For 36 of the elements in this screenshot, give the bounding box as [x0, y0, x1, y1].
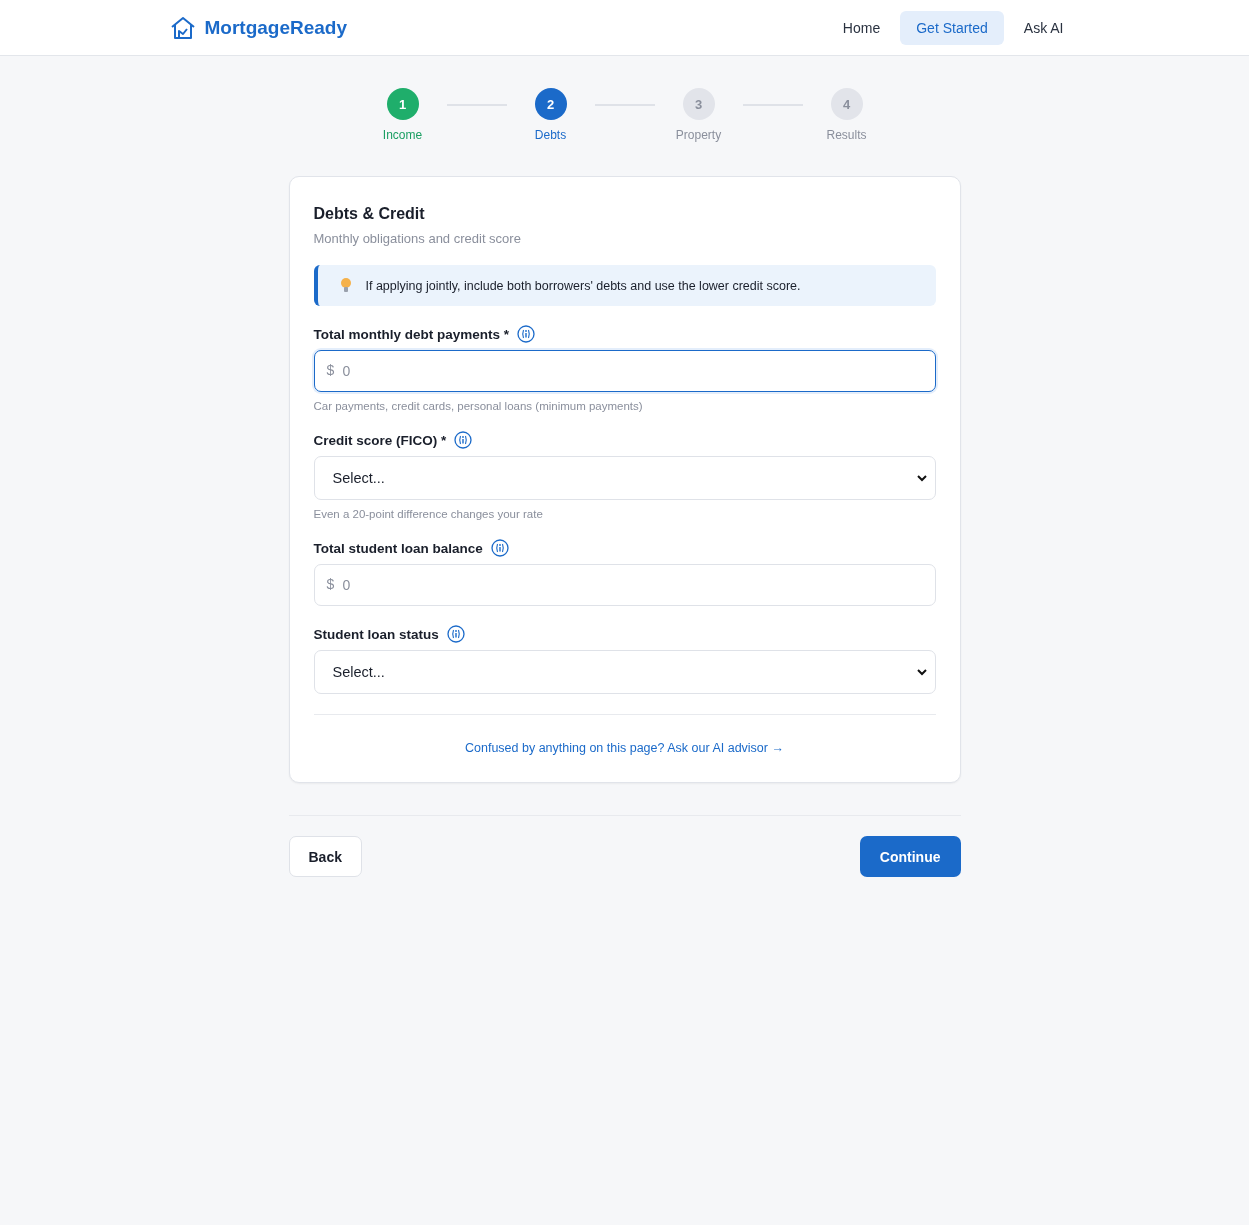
info-icon — [490, 539, 509, 557]
currency-symbol: $ — [326, 362, 335, 378]
select-dropdown[interactable]: Select... — [313, 650, 936, 694]
info-icon — [446, 625, 465, 643]
field-hint: Car payments, credit cards, personal loans (minimum payments) — [313, 400, 644, 412]
card-title: Debts & Credit — [313, 205, 426, 223]
currency-symbol: $ — [326, 576, 335, 592]
tip-text: If applying jointly, include both borrowers' debts and use the lower credit score. — [365, 278, 801, 293]
field-hint: Even a 20-point difference changes your rate — [313, 508, 544, 520]
nav-link[interactable]: Get Started — [900, 10, 1004, 45]
step-label: Property — [675, 128, 722, 142]
step-label: Results — [826, 128, 867, 142]
nav-link[interactable]: Home — [826, 10, 897, 45]
field-label: Student loan status — [313, 626, 439, 642]
chevron-down-icon — [916, 668, 927, 676]
step-label: Income — [382, 128, 423, 142]
step-number: 4 — [830, 88, 863, 120]
nav-link[interactable]: Ask AI — [1007, 10, 1080, 45]
continue-button[interactable]: Continue — [859, 836, 961, 877]
step-label: Debts — [534, 128, 567, 142]
step-number: 3 — [682, 88, 715, 120]
info-icon — [517, 325, 536, 343]
brand-logo[interactable]: MortgageReady — [204, 16, 348, 39]
back-button[interactable]: Back — [288, 836, 362, 877]
step-number: 1 — [386, 88, 419, 120]
chevron-down-icon — [916, 474, 927, 482]
field-label: Credit score (FICO) * — [313, 432, 447, 448]
house-icon — [169, 15, 196, 40]
advisor-link[interactable]: Confused by anything on this page? Ask our AI advisor → — [465, 741, 784, 755]
field-label: Total monthly debt payments * — [313, 326, 510, 342]
step-number: 2 — [534, 88, 567, 120]
info-icon — [454, 431, 473, 449]
card-subtitle: Monthly obligations and credit score — [313, 231, 522, 246]
lightbulb-icon — [339, 277, 352, 294]
select-dropdown[interactable]: Select... — [313, 456, 936, 500]
field-label: Total student loan balance — [313, 540, 483, 556]
